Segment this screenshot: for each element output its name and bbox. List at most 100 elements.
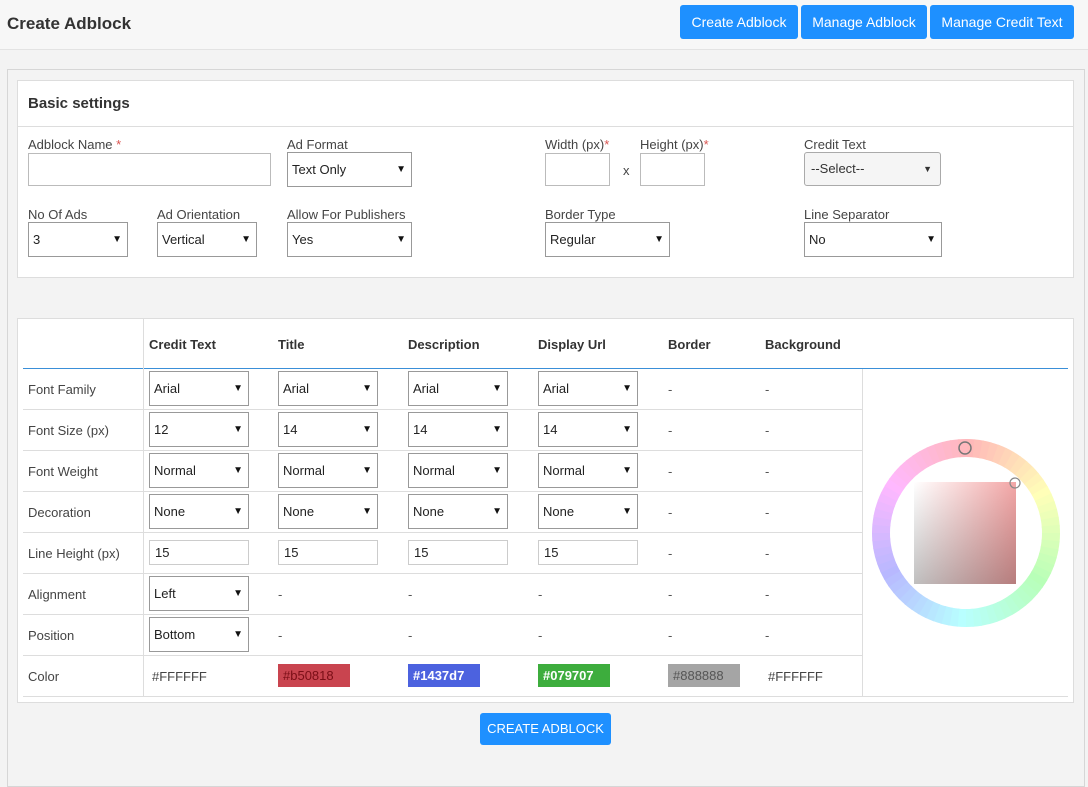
credit-text-select[interactable]: --Select-- ▼	[804, 152, 941, 186]
col-header-display-url: Display Url	[538, 337, 606, 352]
empty-cell: -	[538, 587, 543, 602]
empty-cell: -	[668, 587, 673, 602]
font-weight-description-select[interactable]: Normal ▼	[408, 453, 508, 488]
font-size-credit-select[interactable]: 12 ▼	[149, 412, 249, 447]
color-wheel-picker[interactable]	[870, 437, 1062, 629]
font-weight-credit-select[interactable]: Normal ▼	[149, 453, 249, 488]
height-input[interactable]	[640, 153, 705, 186]
empty-cell: -	[278, 628, 283, 643]
page-title: Create Adblock	[7, 14, 132, 33]
width-input[interactable]	[545, 153, 610, 186]
empty-cell: -	[668, 382, 673, 397]
empty-cell: -	[538, 628, 543, 643]
empty-cell: -	[765, 423, 770, 438]
dropdown-arrow-icon: ▼	[492, 465, 502, 476]
row-label-alignment: Alignment	[28, 587, 86, 602]
dropdown-arrow-icon: ▼	[622, 424, 632, 435]
col-header-credit-text: Credit Text	[149, 337, 216, 352]
no-of-ads-label: No Of Ads	[28, 207, 88, 222]
font-size-description-select[interactable]: 14 ▼	[408, 412, 508, 447]
empty-cell: -	[765, 505, 770, 520]
empty-cell: -	[668, 505, 673, 520]
dropdown-arrow-icon: ▼	[396, 234, 406, 245]
dropdown-arrow-icon: ▼	[926, 234, 936, 245]
dropdown-arrow-icon: ▼	[492, 383, 502, 394]
grid-line	[23, 655, 862, 656]
manage-credit-text-button[interactable]: Manage Credit Text	[930, 5, 1074, 39]
font-family-title-select[interactable]: Arial ▼	[278, 371, 378, 406]
border-type-label: Border Type	[545, 207, 616, 222]
dropdown-arrow-icon: ▼	[396, 164, 406, 175]
panel-title: Basic settings	[28, 95, 130, 112]
allow-publishers-select[interactable]: Yes ▼	[287, 222, 412, 257]
create-adblock-button[interactable]: Create Adblock	[680, 5, 798, 39]
line-height-description-input[interactable]: 15	[408, 540, 508, 565]
adblock-name-label: Adblock Name *	[28, 137, 122, 152]
dropdown-arrow-icon: ▼	[492, 424, 502, 435]
font-family-description-select[interactable]: Arial ▼	[408, 371, 508, 406]
line-height-title-input[interactable]: 15	[278, 540, 378, 565]
dropdown-arrow-icon: ▼	[362, 506, 372, 517]
line-height-credit-input[interactable]: 15	[149, 540, 249, 565]
panel-header: Basic settings	[18, 81, 1073, 127]
dropdown-arrow-icon: ▼	[233, 465, 243, 476]
grid-line	[23, 450, 862, 451]
decoration-title-select[interactable]: None ▼	[278, 494, 378, 529]
dropdown-arrow-icon: ▼	[654, 234, 664, 245]
height-label: Height (px)*	[640, 137, 709, 152]
empty-cell: -	[668, 628, 673, 643]
color-border-swatch[interactable]: #888888	[668, 664, 740, 687]
dropdown-arrow-icon: ▼	[233, 424, 243, 435]
grid-line	[23, 614, 862, 615]
empty-cell: -	[765, 382, 770, 397]
col-header-background: Background	[765, 337, 841, 352]
decoration-credit-select[interactable]: None ▼	[149, 494, 249, 529]
dimension-separator: x	[623, 163, 630, 178]
color-credit-text-value[interactable]: #FFFFFF	[152, 669, 207, 684]
decoration-url-select[interactable]: None ▼	[538, 494, 638, 529]
allow-publishers-label: Allow For Publishers	[287, 207, 406, 222]
create-adblock-submit-button[interactable]: CREATE ADBLOCK	[480, 713, 611, 745]
row-label-line-height: Line Height (px)	[28, 546, 120, 561]
dropdown-arrow-icon: ▼	[622, 465, 632, 476]
dropdown-arrow-icon: ▼	[362, 465, 372, 476]
dropdown-arrow-icon: ▼	[362, 424, 372, 435]
color-title-swatch[interactable]: #b50818	[278, 664, 350, 687]
color-background-value[interactable]: #FFFFFF	[768, 669, 823, 684]
credit-text-label: Credit Text	[804, 137, 866, 152]
dropdown-arrow-icon: ▼	[492, 506, 502, 517]
empty-cell: -	[765, 464, 770, 479]
width-label: Width (px)*	[545, 137, 610, 152]
line-height-url-input[interactable]: 15	[538, 540, 638, 565]
manage-adblock-button[interactable]: Manage Adblock	[801, 5, 927, 39]
ad-format-select[interactable]: Text Only ▼	[287, 152, 412, 187]
color-display-url-swatch[interactable]: #079707	[538, 664, 610, 687]
font-family-credit-select[interactable]: Arial ▼	[149, 371, 249, 406]
row-label-color: Color	[28, 669, 60, 684]
font-size-title-select[interactable]: 14 ▼	[278, 412, 378, 447]
decoration-description-select[interactable]: None ▼	[408, 494, 508, 529]
dropdown-arrow-icon: ▼	[233, 588, 243, 599]
empty-cell: -	[408, 628, 413, 643]
adblock-name-input[interactable]	[28, 153, 271, 186]
no-of-ads-select[interactable]: 3 ▼	[28, 222, 128, 257]
alignment-credit-select[interactable]: Left ▼	[149, 576, 249, 611]
position-credit-select[interactable]: Bottom ▼	[149, 617, 249, 652]
empty-cell: -	[668, 423, 673, 438]
ad-orientation-select[interactable]: Vertical ▼	[157, 222, 257, 257]
line-separator-label: Line Separator	[804, 207, 890, 222]
font-weight-url-select[interactable]: Normal ▼	[538, 453, 638, 488]
dropdown-arrow-icon: ▼	[362, 383, 372, 394]
border-type-select[interactable]: Regular ▼	[545, 222, 670, 257]
empty-cell: -	[668, 546, 673, 561]
dropdown-arrow-icon: ▼	[622, 506, 632, 517]
dropdown-arrow-icon: ▼	[233, 629, 243, 640]
ad-orientation-label: Ad Orientation	[157, 207, 241, 222]
grid-line	[143, 319, 144, 696]
font-family-url-select[interactable]: Arial ▼	[538, 371, 638, 406]
line-separator-select[interactable]: No ▼	[804, 222, 942, 257]
font-weight-title-select[interactable]: Normal ▼	[278, 453, 378, 488]
empty-cell: -	[765, 587, 770, 602]
color-description-swatch[interactable]: #1437d7	[408, 664, 480, 687]
font-size-url-select[interactable]: 14 ▼	[538, 412, 638, 447]
